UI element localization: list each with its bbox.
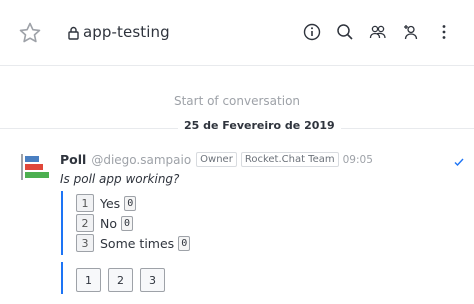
message-header: Poll @diego.sampaio Owner Rocket.Chat Te… [60, 152, 373, 167]
role-badge-team: Rocket.Chat Team [240, 152, 339, 167]
option-number: 2 [76, 214, 94, 232]
poll-attachment-bar [61, 191, 63, 255]
option-label: No [100, 215, 117, 231]
poll-option: 3 Some times 0 [76, 234, 191, 252]
option-number: 1 [76, 194, 94, 212]
vote-button-2[interactable]: 2 [108, 268, 133, 292]
avatar[interactable] [20, 152, 50, 182]
vote-button-1[interactable]: 1 [76, 268, 101, 292]
vote-button-3[interactable]: 3 [140, 268, 165, 292]
poll-question: Is poll app working? [60, 172, 180, 186]
info-icon[interactable] [295, 20, 328, 44]
vote-actions-bar [61, 262, 63, 294]
option-vote-count: 0 [124, 195, 137, 211]
kebab-menu-icon[interactable] [427, 20, 460, 44]
room-title-wrap: app-testing [68, 22, 170, 42]
date-divider-label: 25 de Fevereiro de 2019 [178, 119, 341, 132]
option-label: Some times [100, 235, 175, 251]
option-vote-count: 0 [178, 235, 191, 251]
vote-buttons: 1 2 3 [76, 268, 165, 292]
search-icon[interactable] [328, 20, 361, 44]
poll-option: 2 No 0 [76, 214, 134, 232]
message-author[interactable]: Poll [60, 152, 86, 167]
role-badge-owner: Owner [196, 152, 237, 167]
room-header: app-testing [0, 0, 474, 66]
lock-icon [68, 25, 79, 40]
header-toolbar [295, 20, 460, 44]
start-of-conversation: Start of conversation [173, 94, 301, 108]
members-icon[interactable] [361, 20, 394, 44]
message-time: 09:05 [342, 153, 373, 166]
message-username[interactable]: @diego.sampaio [91, 153, 191, 167]
option-vote-count: 0 [121, 215, 134, 231]
option-number: 3 [76, 234, 94, 252]
room-title: app-testing [83, 23, 170, 41]
add-user-icon[interactable] [394, 20, 427, 44]
read-check-icon [454, 152, 464, 167]
star-icon[interactable] [18, 21, 42, 45]
poll-option: 1 Yes 0 [76, 194, 137, 212]
option-label: Yes [100, 195, 121, 211]
